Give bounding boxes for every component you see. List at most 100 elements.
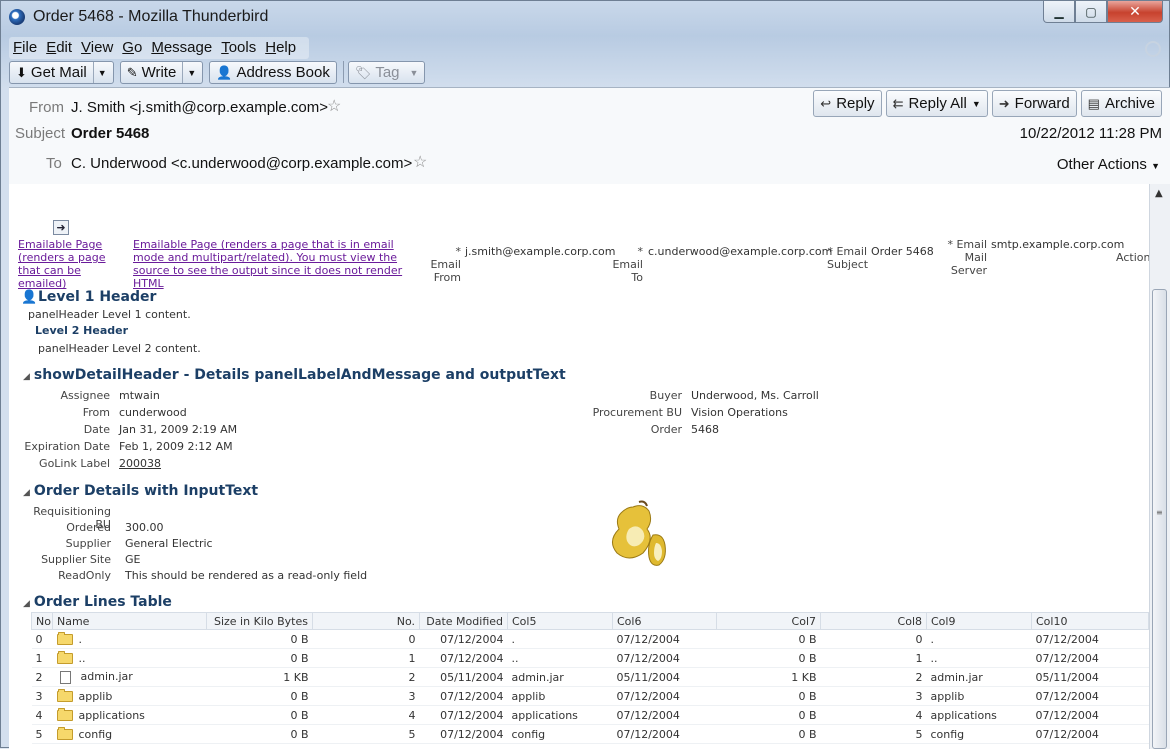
level2-header: Level 2 Header	[35, 324, 129, 337]
cell-no2: 1	[312, 648, 420, 668]
expiration-date-value: Feb 1, 2009 2:12 AM	[119, 440, 233, 453]
to-star-icon[interactable]: ☆	[413, 152, 427, 172]
cell-col9: config	[926, 724, 1032, 744]
table-row[interactable]: 5 config 0 B 5 07/12/2004 config 07/12/2…	[31, 724, 1149, 744]
minimize-button[interactable]: ▁	[1043, 1, 1075, 23]
from-value[interactable]: J. Smith <j.smith@corp.example.com>	[71, 99, 328, 116]
address-book-button[interactable]: 👤 Address Book	[209, 61, 337, 84]
cell-no2: 4	[312, 705, 420, 725]
golink-value-link[interactable]: 200038	[119, 457, 161, 470]
from-detail-label: From	[82, 406, 110, 419]
order-details-section-title: Order Details with InputText	[33, 483, 259, 499]
app-menu-icon[interactable]	[1145, 41, 1161, 57]
assignee-label: Assignee	[60, 389, 110, 402]
menu-view[interactable]: View	[81, 37, 113, 59]
reply-button[interactable]: ↩ Reply	[813, 90, 882, 117]
details-section-header[interactable]: ◢ showDetailHeader - Details panelLabelAn…	[23, 367, 566, 383]
order-lines-section-header[interactable]: ◢ Order Lines Table	[23, 594, 172, 610]
folder-icon	[56, 651, 73, 664]
cell-no2: 5	[312, 724, 420, 744]
folder-icon	[56, 632, 73, 645]
order-value: 5468	[691, 423, 719, 436]
tag-button[interactable]: 🏷 Tag ▼	[347, 61, 426, 84]
thunderbird-app-icon[interactable]	[9, 9, 25, 25]
scrollbar-thumb[interactable]: ≡	[1152, 289, 1167, 749]
tag-label: Tag	[375, 64, 400, 81]
email-subject-value: Order 5468	[871, 245, 934, 258]
get-mail-dropdown-icon[interactable]: ▼	[92, 62, 107, 83]
forward-icon: ➜	[998, 95, 1010, 111]
cell-col5: .	[507, 629, 613, 649]
cell-col7: 0 B	[716, 629, 821, 649]
cell-name: config	[78, 727, 113, 741]
cell-name-wrap: config	[52, 724, 207, 744]
table-row[interactable]: 1 .. 0 B 1 07/12/2004 .. 07/12/2004 0 B …	[31, 648, 1149, 668]
cell-col8: 0	[820, 629, 927, 649]
table-row[interactable]: 2 admin.jar 1 KB 2 05/11/2004 admin.jar …	[31, 667, 1149, 687]
col-header-col5[interactable]: Col5	[507, 612, 613, 630]
maximize-button[interactable]: ▢	[1075, 1, 1107, 23]
col-header-no[interactable]: No	[31, 612, 53, 630]
folder-icon	[56, 708, 73, 721]
table-row[interactable]: 3 applib 0 B 3 07/12/2004 applib 07/12/2…	[31, 686, 1149, 706]
assignee-value: mtwain	[119, 389, 160, 402]
other-actions-menu[interactable]: Other Actions ▼	[1057, 156, 1160, 173]
cell-col9: applib	[926, 686, 1032, 706]
table-row[interactable]: 4 applications 0 B 4 07/12/2004 applicat…	[31, 705, 1149, 725]
close-icon: ✕	[1129, 3, 1141, 20]
col-header-col6[interactable]: Col6	[612, 612, 717, 630]
pears-image	[612, 500, 666, 566]
emailable-page-multipart-link[interactable]: Emailable Page (renders a page that is i…	[133, 238, 411, 290]
col-header-col7[interactable]: Col7	[716, 612, 821, 630]
get-mail-button[interactable]: ⬇ Get Mail ▼	[9, 61, 114, 84]
menu-edit[interactable]: Edit	[46, 37, 72, 59]
menu-message[interactable]: Message	[151, 37, 212, 59]
cell-col7: 0 B	[716, 705, 821, 725]
vertical-scrollbar[interactable]: ▲ ≡	[1149, 184, 1170, 749]
reply-all-button[interactable]: ⇇ Reply All ▼	[885, 90, 988, 117]
reply-all-dropdown-icon[interactable]: ▼	[972, 99, 981, 109]
menu-help[interactable]: Help	[265, 37, 296, 59]
col-header-col9[interactable]: Col9	[926, 612, 1032, 630]
get-mail-label: Get Mail	[30, 64, 87, 81]
menu-file[interactable]: File	[13, 37, 37, 59]
col-header-date-modified[interactable]: Date Modified	[419, 612, 508, 630]
email-to-label: * Email To	[612, 245, 643, 284]
reply-all-icon: ⇇	[892, 95, 904, 111]
col-header-col8[interactable]: Col8	[820, 612, 927, 630]
arrow-right-icon[interactable]: ➜	[53, 220, 69, 235]
forward-button[interactable]: ➜ Forward	[991, 90, 1077, 117]
email-to-value: c.underwood@example.corp.com	[648, 245, 833, 258]
menu-bar: File Edit View Go Message Tools Help	[9, 37, 310, 59]
from-star-icon[interactable]: ☆	[327, 96, 341, 116]
subject-label: Subject	[15, 125, 66, 142]
write-dropdown-icon[interactable]: ▼	[182, 62, 196, 83]
col-header-size[interactable]: Size in Kilo Bytes	[206, 612, 313, 630]
archive-icon: ▤	[1087, 95, 1100, 111]
close-button[interactable]: ✕	[1107, 1, 1163, 23]
to-label: To	[46, 155, 62, 172]
thunderbird-window: Order 5468 - Mozilla Thunderbird ▁ ▢ ✕ F…	[0, 0, 1170, 749]
menu-tools[interactable]: Tools	[221, 37, 256, 59]
write-button[interactable]: ✎ Write ▼	[119, 61, 204, 84]
cell-date: 07/12/2004	[419, 686, 508, 706]
menu-go[interactable]: Go	[122, 37, 142, 59]
folder-icon	[56, 689, 73, 702]
cell-name-wrap: .	[52, 629, 207, 649]
archive-button[interactable]: ▤ Archive	[1080, 90, 1162, 117]
procurement-bu-label: Procurement BU	[592, 406, 682, 419]
order-details-section-header[interactable]: ◢ Order Details with InputText	[23, 483, 258, 499]
col-header-no2[interactable]: No.	[312, 612, 420, 630]
table-row[interactable]: 0 . 0 B 0 07/12/2004 . 07/12/2004 0 B 0 …	[31, 629, 1149, 649]
cell-col9: applications	[926, 705, 1032, 725]
cell-size: 1 KB	[206, 667, 313, 687]
email-from-value: j.smith@example.corp.com	[465, 245, 616, 258]
col-header-name[interactable]: Name	[52, 612, 207, 630]
cell-col8: 1	[820, 648, 927, 668]
cell-name-wrap: ..	[52, 648, 207, 668]
to-value[interactable]: C. Underwood <c.underwood@corp.example.c…	[71, 155, 412, 172]
scroll-up-arrow-icon[interactable]: ▲	[1155, 188, 1163, 199]
col-header-col10[interactable]: Col10	[1031, 612, 1149, 630]
emailable-page-link[interactable]: Emailable Page (renders a page that can …	[18, 238, 126, 290]
cell-date: 07/12/2004	[419, 724, 508, 744]
